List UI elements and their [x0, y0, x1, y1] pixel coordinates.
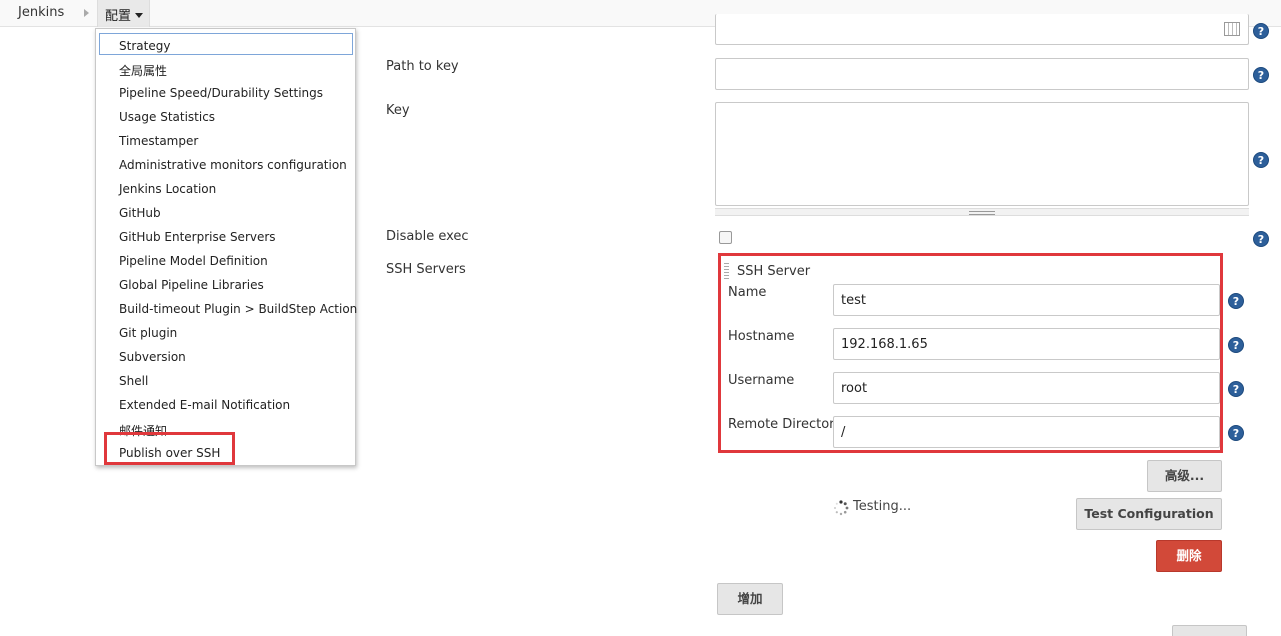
- save-button-partial[interactable]: [1172, 625, 1247, 636]
- ssh-hostname-input[interactable]: [833, 328, 1220, 360]
- help-icon[interactable]: ?: [1253, 231, 1269, 247]
- drag-handle-icon[interactable]: [724, 263, 729, 281]
- path-to-key-input[interactable]: [715, 58, 1249, 90]
- breadcrumb-jenkins-link[interactable]: Jenkins: [18, 5, 64, 20]
- menu-item-global-properties[interactable]: 全局属性: [96, 56, 355, 80]
- menu-item-subversion[interactable]: Subversion: [96, 344, 355, 368]
- testing-status-text: Testing...: [853, 499, 912, 514]
- test-configuration-button[interactable]: Test Configuration: [1076, 498, 1222, 530]
- add-button[interactable]: 增加: [717, 583, 783, 615]
- ssh-server-title: SSH Server: [737, 264, 811, 279]
- help-icon[interactable]: ?: [1228, 293, 1244, 309]
- path-to-key-label: Path to key: [386, 59, 459, 74]
- menu-item-strategy[interactable]: Strategy: [99, 33, 353, 55]
- menu-item-github[interactable]: GitHub: [96, 200, 355, 224]
- help-icon[interactable]: ?: [1253, 67, 1269, 83]
- menu-item-admin-monitors[interactable]: Administrative monitors configuration: [96, 152, 355, 176]
- ssh-servers-label: SSH Servers: [386, 262, 466, 277]
- menu-item-build-timeout[interactable]: Build-timeout Plugin > BuildStep Action: [96, 296, 357, 320]
- menu-item-jenkins-location[interactable]: Jenkins Location: [96, 176, 355, 200]
- menu-item-global-pipeline-libraries[interactable]: Global Pipeline Libraries: [96, 272, 355, 296]
- caret-down-icon: [135, 13, 144, 18]
- menu-item-extended-email[interactable]: Extended E-mail Notification: [96, 392, 355, 416]
- disable-exec-label: Disable exec: [386, 229, 469, 244]
- passphrase-input[interactable]: [715, 14, 1249, 45]
- ssh-name-input[interactable]: [833, 284, 1220, 316]
- menu-item-pipeline-model[interactable]: Pipeline Model Definition: [96, 248, 355, 272]
- config-section-menu: Strategy 全局属性 Pipeline Speed/Durability …: [95, 28, 357, 466]
- key-label: Key: [386, 103, 410, 118]
- keyboard-icon[interactable]: [1224, 22, 1240, 36]
- help-icon[interactable]: ?: [1253, 23, 1269, 39]
- menu-item-pipeline-speed[interactable]: Pipeline Speed/Durability Settings: [96, 80, 355, 104]
- key-textarea[interactable]: [715, 102, 1249, 206]
- menu-item-git-plugin[interactable]: Git plugin: [96, 320, 355, 344]
- help-icon[interactable]: ?: [1228, 381, 1244, 397]
- publish-over-ssh-highlight: [104, 432, 235, 465]
- help-icon[interactable]: ?: [1228, 337, 1244, 353]
- menu-item-shell[interactable]: Shell: [96, 368, 355, 392]
- ssh-username-label: Username: [728, 373, 795, 388]
- menu-item-usage-statistics[interactable]: Usage Statistics: [96, 104, 355, 128]
- ssh-hostname-label: Hostname: [728, 329, 795, 344]
- breadcrumb-config-label: 配置: [105, 9, 132, 24]
- spinner-icon: [834, 500, 849, 516]
- breadcrumb-config-dropdown[interactable]: 配置: [97, 0, 151, 27]
- menu-item-github-enterprise[interactable]: GitHub Enterprise Servers: [96, 224, 355, 248]
- ssh-remote-directory-input[interactable]: [833, 416, 1220, 448]
- advanced-button[interactable]: 高级...: [1147, 460, 1222, 492]
- menu-item-timestamper[interactable]: Timestamper: [96, 128, 355, 152]
- ssh-remote-directory-label: Remote Directory: [728, 417, 843, 432]
- ssh-name-label: Name: [728, 285, 767, 300]
- breadcrumb-separator-icon: [84, 9, 89, 17]
- resize-grip[interactable]: [715, 208, 1249, 216]
- ssh-username-input[interactable]: [833, 372, 1220, 404]
- delete-button[interactable]: 删除: [1156, 540, 1222, 572]
- help-icon[interactable]: ?: [1228, 425, 1244, 441]
- help-icon[interactable]: ?: [1253, 152, 1269, 168]
- disable-exec-checkbox[interactable]: [719, 231, 732, 244]
